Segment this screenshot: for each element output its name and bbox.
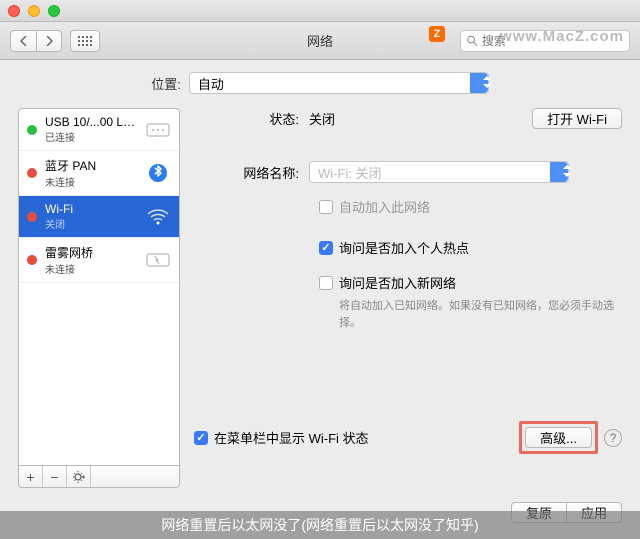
status-dot-icon (27, 168, 37, 178)
toolbar: 网络 Z www.MacZ.com (0, 22, 640, 60)
remove-button[interactable]: − (43, 466, 67, 487)
status-label: 状态: (194, 109, 309, 128)
preferences-window: 网络 Z www.MacZ.com 位置: 自动 USB 10/...00 LA… (0, 0, 640, 539)
sidebar: USB 10/...00 LAN已连接 蓝牙 PAN未连接 Wi-Fi关闭 雷雾… (18, 108, 180, 488)
z-badge-icon: Z (429, 26, 445, 42)
list-item[interactable]: USB 10/...00 LAN已连接 (19, 109, 179, 151)
titlebar (0, 0, 640, 22)
grid-icon (78, 36, 92, 46)
checkbox-icon (319, 241, 333, 255)
thunderbolt-icon (145, 250, 171, 270)
list-item[interactable]: 蓝牙 PAN未连接 (19, 151, 179, 196)
show-menu-checkbox[interactable]: 在菜单栏中显示 Wi-Fi 状态 (194, 428, 369, 447)
status-dot-icon (27, 212, 37, 222)
zoom-icon[interactable] (48, 5, 60, 17)
checkbox-icon (194, 431, 208, 445)
show-all-button[interactable] (70, 30, 100, 52)
wifi-icon (145, 207, 171, 227)
location-row: 位置: 自动 (0, 60, 640, 108)
search-input[interactable] (482, 34, 623, 48)
checkbox-icon (319, 276, 333, 290)
gear-icon (72, 470, 86, 484)
ask-new-checkbox[interactable]: 询问是否加入新网络 (319, 273, 622, 292)
action-menu-button[interactable] (67, 466, 91, 487)
list-item[interactable]: 雷雾网桥未连接 (19, 238, 179, 283)
ethernet-icon (145, 120, 171, 140)
checkbox-icon (319, 200, 333, 214)
bluetooth-icon (145, 163, 171, 183)
location-label: 位置: (151, 74, 181, 93)
page-caption: 网络重置后以太网没了(网络重置后以太网没了知乎) (0, 511, 640, 539)
ask-hotspot-checkbox[interactable]: 询问是否加入个人热点 (319, 238, 622, 257)
help-button[interactable]: ? (604, 429, 622, 447)
wifi-toggle-button[interactable]: 打开 Wi-Fi (532, 108, 622, 129)
status-dot-icon (27, 255, 37, 265)
forward-button[interactable] (36, 30, 62, 52)
location-value: 自动 (198, 74, 224, 93)
network-name-label: 网络名称: (194, 163, 309, 182)
back-button[interactable] (10, 30, 36, 52)
interface-list: USB 10/...00 LAN已连接 蓝牙 PAN未连接 Wi-Fi关闭 雷雾… (18, 108, 180, 466)
list-actions: + − (18, 466, 180, 488)
network-name-select[interactable]: Wi-Fi: 关闭 (309, 161, 569, 183)
auto-join-checkbox: 自动加入此网络 (319, 197, 622, 216)
detail-panel: 状态: 关闭 打开 Wi-Fi 网络名称: Wi-Fi: 关闭 (194, 108, 622, 488)
highlight-box: 高级... (519, 421, 598, 454)
search-field[interactable] (460, 30, 630, 52)
status-dot-icon (27, 125, 37, 135)
add-button[interactable]: + (19, 466, 43, 487)
location-select[interactable]: 自动 (189, 72, 489, 94)
traffic-lights (8, 5, 60, 17)
search-icon (467, 35, 478, 47)
list-item[interactable]: Wi-Fi关闭 (19, 196, 179, 238)
advanced-button[interactable]: 高级... (525, 427, 592, 448)
minimize-icon[interactable] (28, 5, 40, 17)
status-value: 关闭 (309, 109, 522, 128)
ask-new-subtext: 将自动加入已知网络。如果没有已知网络，您必须手动选择。 (339, 298, 622, 331)
network-name-value: Wi-Fi: 关闭 (318, 163, 382, 182)
close-icon[interactable] (8, 5, 20, 17)
